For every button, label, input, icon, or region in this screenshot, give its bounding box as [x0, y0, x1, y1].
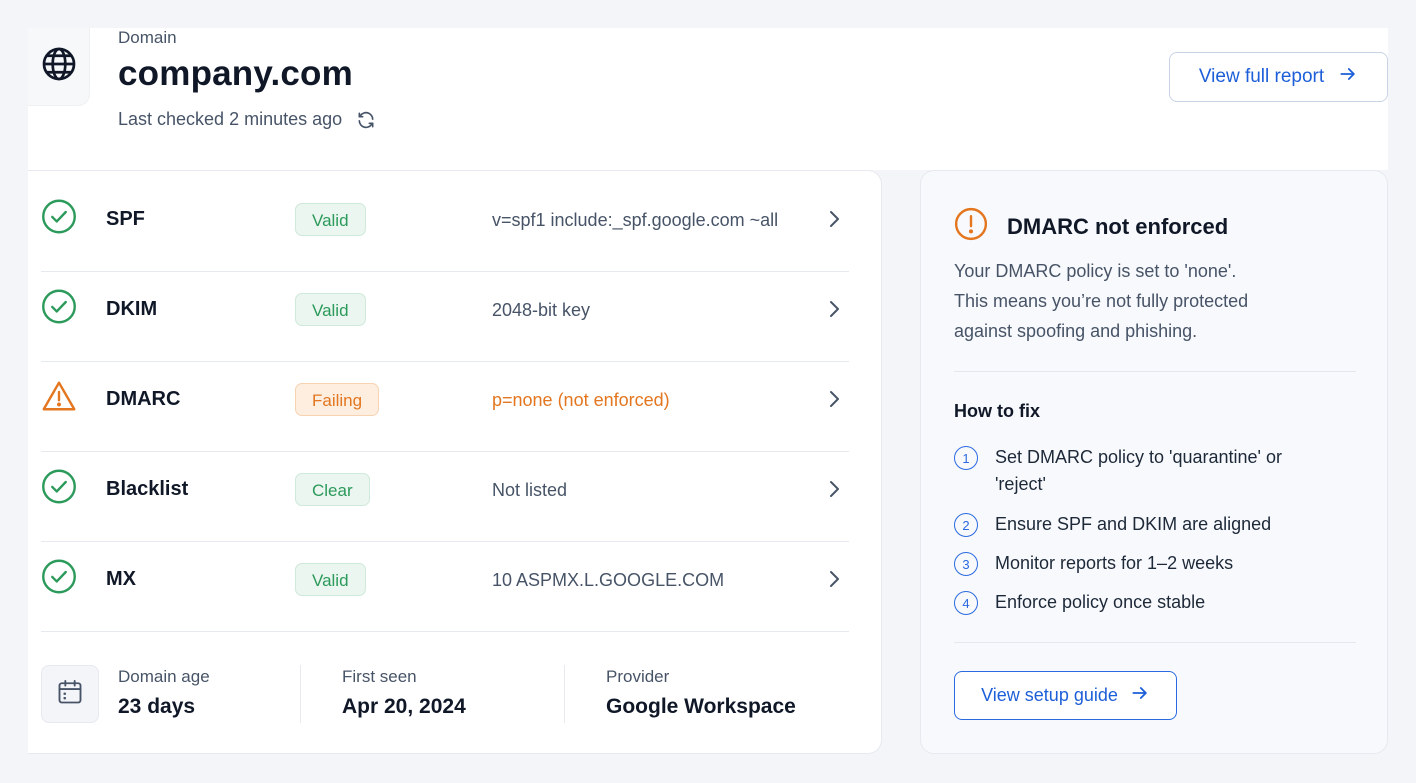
- fix-step: 3 Monitor reports for 1–2 weeks: [954, 552, 1325, 577]
- fix-step: 4 Enforce policy once stable: [954, 591, 1325, 616]
- domain-age-label: Domain age: [118, 667, 210, 686]
- provider-label: Provider: [606, 667, 670, 686]
- view-full-report-button[interactable]: View full report: [1169, 52, 1388, 102]
- fix-heading: How to fix: [954, 401, 1040, 421]
- check-detail: p=none (not enforced): [492, 390, 670, 410]
- check-row-mx[interactable]: MX Valid 10 ASPMX.L.GOOGLE.COM: [41, 542, 849, 632]
- dmarc-alert-panel: DMARC not enforced Your DMARC policy is …: [920, 170, 1388, 754]
- check-detail: Not listed: [492, 480, 568, 500]
- step-number: 1: [954, 446, 978, 470]
- checks-card: SPF Valid v=spf1 include:_spf.google.com…: [28, 170, 882, 754]
- last-checked: Last checked 2 minutes ago: [118, 109, 376, 130]
- check-circle-icon: [41, 289, 77, 330]
- status-badge: Valid: [295, 563, 366, 596]
- domain-icon-container: [28, 28, 90, 106]
- domain-name: company.com: [118, 54, 353, 93]
- check-name: DKIM: [106, 298, 158, 320]
- refresh-icon[interactable]: [356, 110, 376, 130]
- fix-step: 2 Ensure SPF and DKIM are aligned: [954, 513, 1325, 538]
- divider: [954, 642, 1356, 643]
- divider: [300, 665, 301, 723]
- first-seen: First seen Apr 20, 2024: [342, 667, 466, 719]
- domain-header: Domain company.com Last checked 2 minute…: [28, 28, 1388, 170]
- provider-value: Google Workspace: [606, 695, 796, 718]
- status-badge: Valid: [295, 293, 366, 326]
- alert-description-line: against spoofing and phishing.: [954, 321, 1198, 341]
- divider: [564, 665, 565, 723]
- calendar-icon: [56, 678, 84, 711]
- alert-description: Your DMARC policy is set to 'none'. This…: [954, 256, 1334, 346]
- warning-triangle-icon: [41, 379, 77, 420]
- step-text: Enforce policy once stable: [995, 592, 1206, 612]
- chevron-right-icon[interactable]: [827, 389, 841, 414]
- check-detail: 10 ASPMX.L.GOOGLE.COM: [492, 570, 725, 590]
- alert-description-line: Your DMARC policy is set to 'none'.: [954, 261, 1237, 281]
- check-circle-icon: [41, 469, 77, 510]
- view-setup-guide-label: View setup guide: [981, 685, 1118, 705]
- last-checked-text: Last checked 2 minutes ago: [118, 109, 343, 129]
- chevron-right-icon[interactable]: [827, 569, 841, 594]
- arrow-right-icon: [1130, 683, 1150, 708]
- check-name: DMARC: [106, 388, 181, 410]
- check-name: Blacklist: [106, 478, 189, 500]
- view-setup-guide-button[interactable]: View setup guide: [954, 671, 1177, 720]
- check-name: SPF: [106, 208, 145, 230]
- chevron-right-icon[interactable]: [827, 479, 841, 504]
- step-number: 2: [954, 513, 978, 537]
- domain-age-value: 23 days: [118, 695, 196, 718]
- fix-step: 1 Set DMARC policy to 'quarantine' or 'r…: [954, 446, 1325, 498]
- status-badge: Valid: [295, 203, 366, 236]
- check-detail: v=spf1 include:_spf.google.com ~all: [492, 210, 779, 230]
- domain-age: Domain age 23 days: [118, 667, 210, 719]
- step-text: Ensure SPF and DKIM are aligned: [995, 514, 1272, 534]
- check-row-spf[interactable]: SPF Valid v=spf1 include:_spf.google.com…: [41, 182, 849, 272]
- step-number: 3: [954, 552, 978, 576]
- first-seen-value: Apr 20, 2024: [342, 695, 466, 718]
- globe-icon: [41, 46, 77, 87]
- step-text: Monitor reports for 1–2 weeks: [995, 553, 1234, 573]
- first-seen-label: First seen: [342, 667, 417, 686]
- alert-title: DMARC not enforced: [1007, 213, 1229, 239]
- check-row-blacklist[interactable]: Blacklist Clear Not listed: [41, 452, 849, 542]
- check-row-dmarc[interactable]: DMARC Failing p=none (not enforced): [41, 362, 849, 452]
- provider: Provider Google Workspace: [606, 667, 796, 719]
- view-full-report-label: View full report: [1198, 66, 1325, 87]
- domain-label: Domain: [118, 28, 177, 47]
- check-name: MX: [106, 568, 136, 590]
- check-circle-icon: [41, 199, 77, 240]
- chevron-right-icon[interactable]: [827, 299, 841, 324]
- divider: [954, 371, 1356, 372]
- chevron-right-icon[interactable]: [827, 209, 841, 234]
- step-number: 4: [954, 591, 978, 615]
- arrow-right-icon: [1338, 64, 1358, 90]
- calendar-icon-container: [41, 665, 99, 723]
- alert-circle-icon: [954, 207, 988, 246]
- status-badge: Failing: [295, 383, 380, 416]
- check-row-dkim[interactable]: DKIM Valid 2048-bit key: [41, 272, 849, 362]
- alert-description-line: This means you’re not fully protected: [954, 291, 1249, 311]
- check-detail: 2048-bit key: [492, 300, 591, 320]
- status-badge: Clear: [295, 473, 370, 506]
- step-text: Set DMARC policy to 'quarantine' or 'rej…: [995, 447, 1282, 494]
- domain-meta-strip: Domain age 23 days First seen Apr 20, 20…: [41, 663, 849, 723]
- check-circle-icon: [41, 559, 77, 600]
- alert-header: DMARC not enforced: [954, 207, 1228, 246]
